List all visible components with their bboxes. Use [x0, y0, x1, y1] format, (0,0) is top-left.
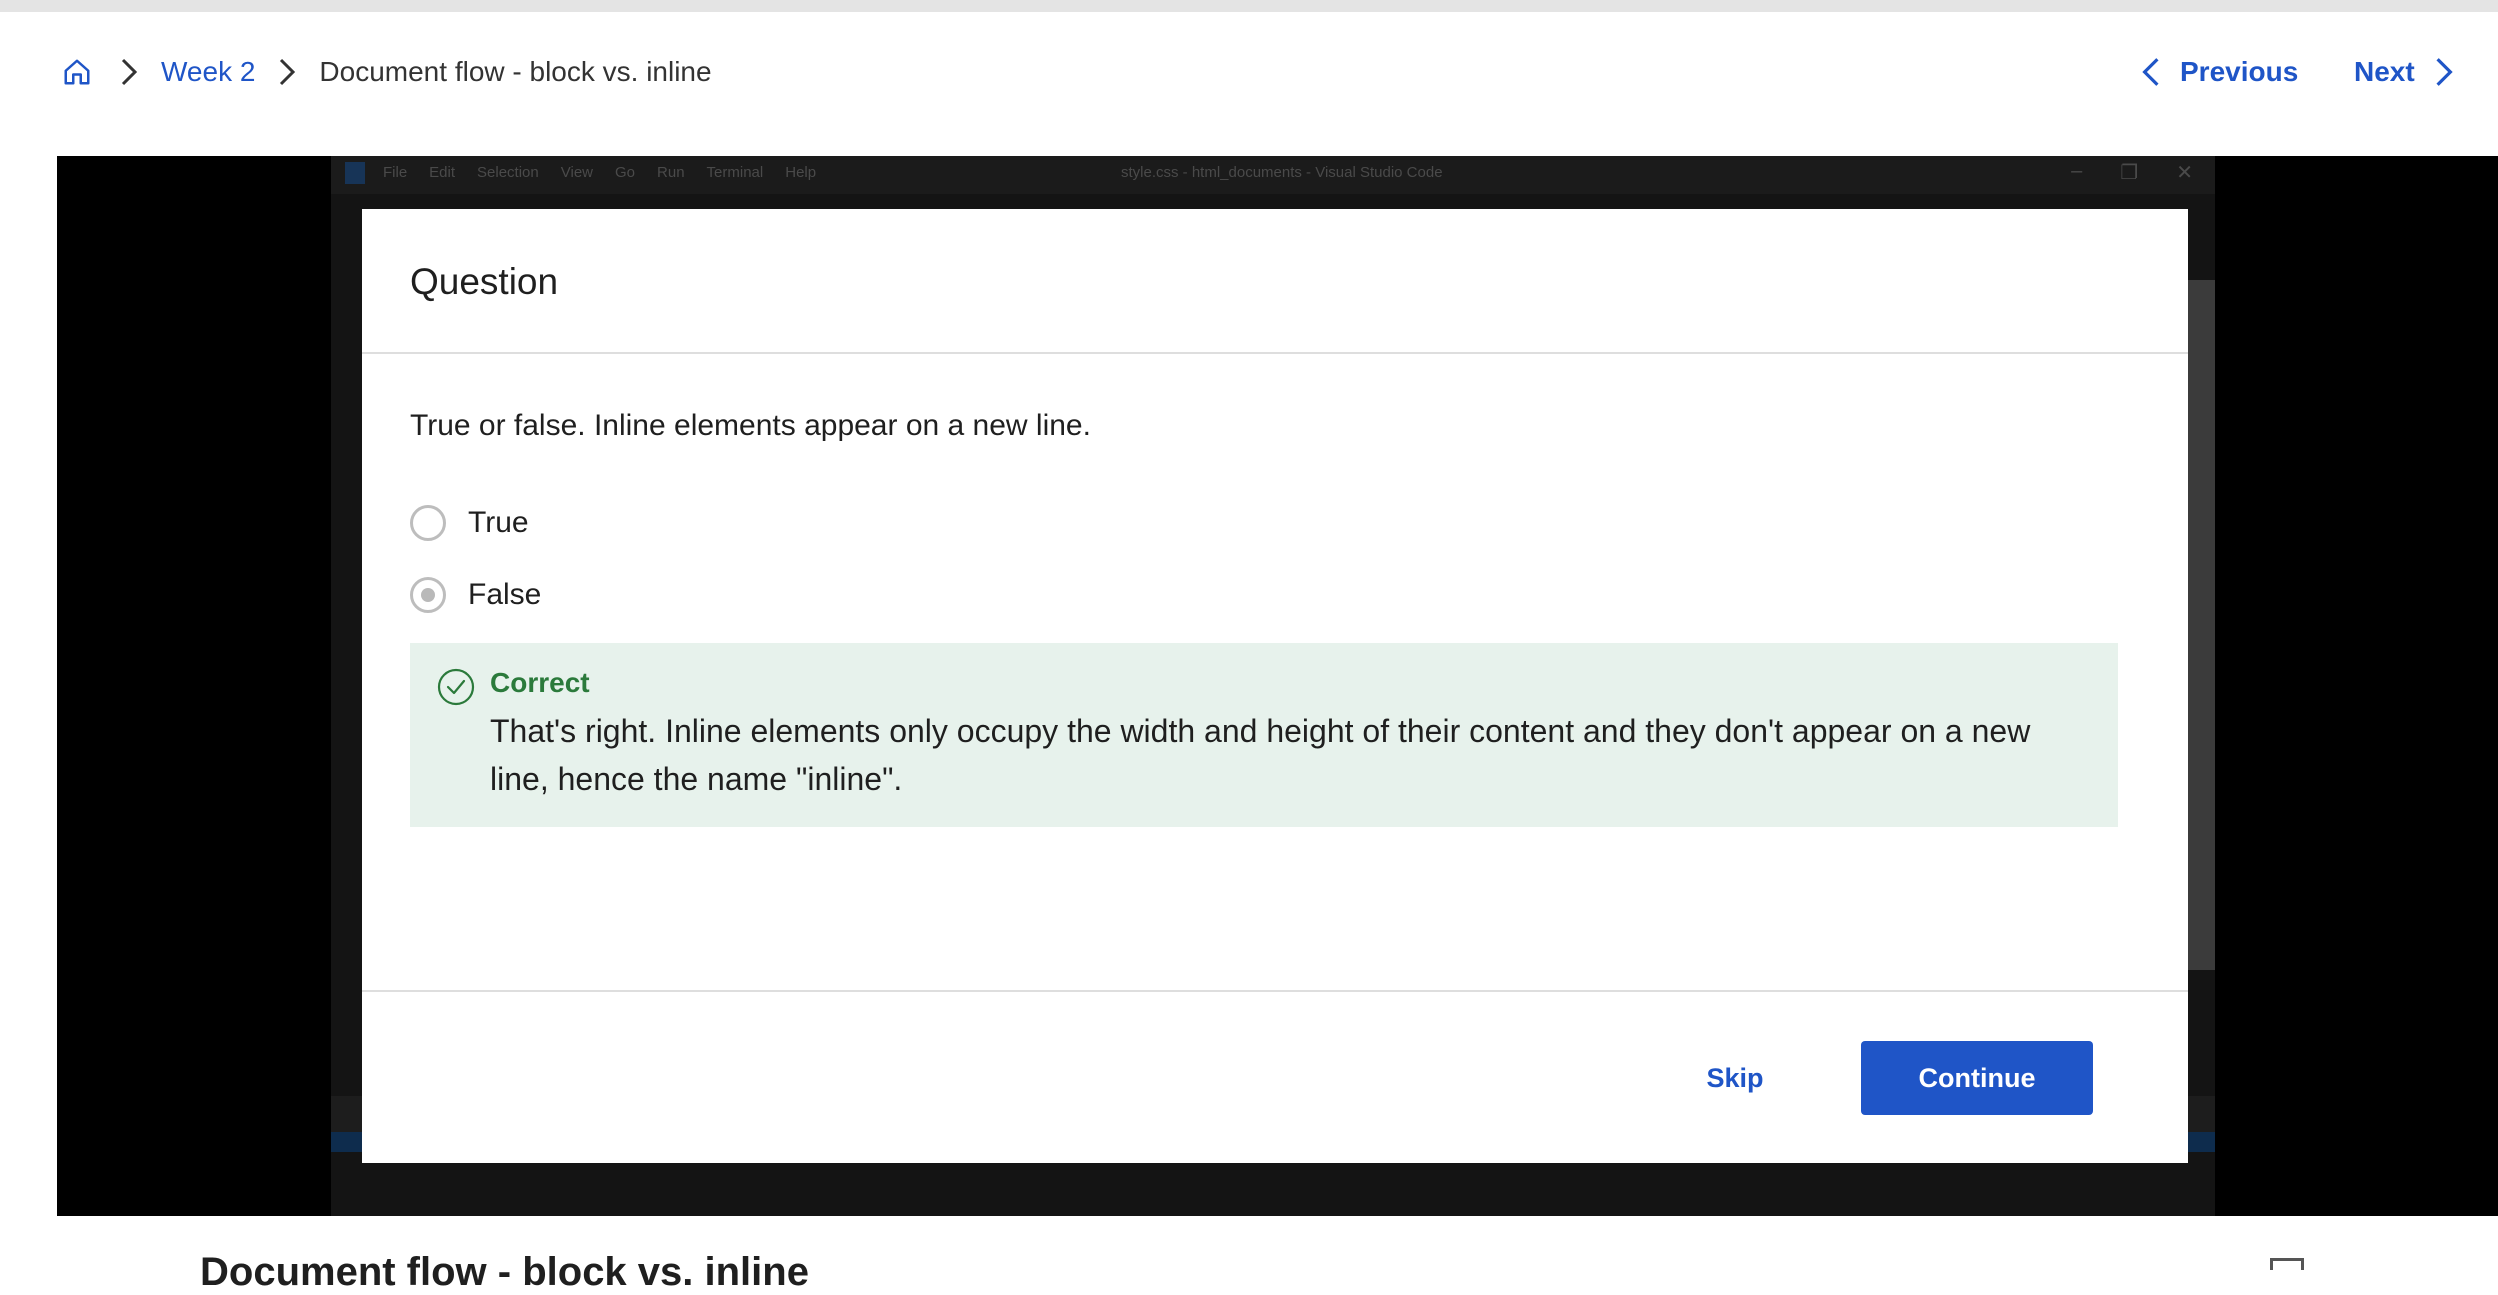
previous-label: Previous	[2180, 56, 2299, 87]
vscode-menu-item: View	[560, 164, 593, 181]
next-label: Next	[2354, 56, 2415, 87]
skip-button[interactable]: Skip	[1680, 1041, 1790, 1115]
continue-button[interactable]: Continue	[1861, 1041, 2093, 1115]
vscode-menu-item: Edit	[429, 164, 456, 181]
modal-title: Question	[410, 261, 559, 302]
vscode-menu-item: Terminal	[706, 164, 764, 181]
minimize-icon: –	[2071, 160, 2083, 182]
modal-divider	[362, 352, 2188, 354]
window-controls: – ❐ ✕	[2071, 160, 2193, 185]
vscode-titlebar: File Edit Selection View Go Run Terminal…	[331, 156, 2215, 194]
close-icon: ✕	[2176, 162, 2193, 184]
home-icon[interactable]	[57, 52, 97, 92]
radio-false[interactable]	[410, 577, 446, 613]
breadcrumb-current: Document flow - block vs. inline	[319, 56, 712, 87]
vscode-menu: File Edit Selection View Go Run Terminal…	[383, 164, 816, 181]
breadcrumb: Week 2 Document flow - block vs. inline	[57, 50, 712, 94]
page-heading-partial: Document flow - block vs. inline	[200, 1250, 809, 1294]
question-text: True or false. Inline elements appear on…	[410, 409, 1091, 442]
vscode-window-title: style.css - html_documents - Visual Stud…	[1121, 164, 1443, 181]
top-divider	[0, 0, 2498, 12]
chevron-left-icon	[2136, 52, 2166, 92]
option-false[interactable]: False	[410, 573, 541, 617]
next-button[interactable]: Next	[2354, 50, 2459, 94]
vscode-menu-item: File	[383, 164, 408, 181]
vscode-menu-item: Selection	[477, 164, 539, 181]
feedback-message: That's right. Inline elements only occup…	[490, 713, 2031, 797]
radio-true[interactable]	[410, 505, 446, 541]
vscode-scroll-panel	[2185, 280, 2215, 970]
feedback-panel: Correct That's right. Inline elements on…	[410, 643, 2118, 827]
chevron-right-icon	[267, 52, 307, 92]
vscode-menu-item: Go	[615, 164, 636, 181]
option-label: True	[468, 506, 529, 539]
option-true[interactable]: True	[410, 501, 529, 545]
option-label: False	[468, 578, 542, 611]
chevron-right-icon	[2429, 52, 2459, 92]
previous-button[interactable]: Previous	[2136, 50, 2298, 94]
check-circle-icon	[436, 667, 476, 707]
chevron-right-icon	[109, 52, 149, 92]
vscode-logo-icon	[345, 162, 365, 184]
restore-icon: ❐	[2120, 162, 2139, 184]
transcript-icon[interactable]	[2270, 1258, 2304, 1270]
feedback-status: Correct	[490, 667, 590, 698]
question-modal: Question True or false. Inline elements …	[362, 209, 2188, 1163]
modal-footer-divider	[362, 990, 2188, 992]
vscode-menu-item: Run	[657, 164, 685, 181]
breadcrumb-week-link[interactable]: Week 2	[161, 56, 255, 88]
vscode-menu-item: Help	[785, 164, 817, 181]
